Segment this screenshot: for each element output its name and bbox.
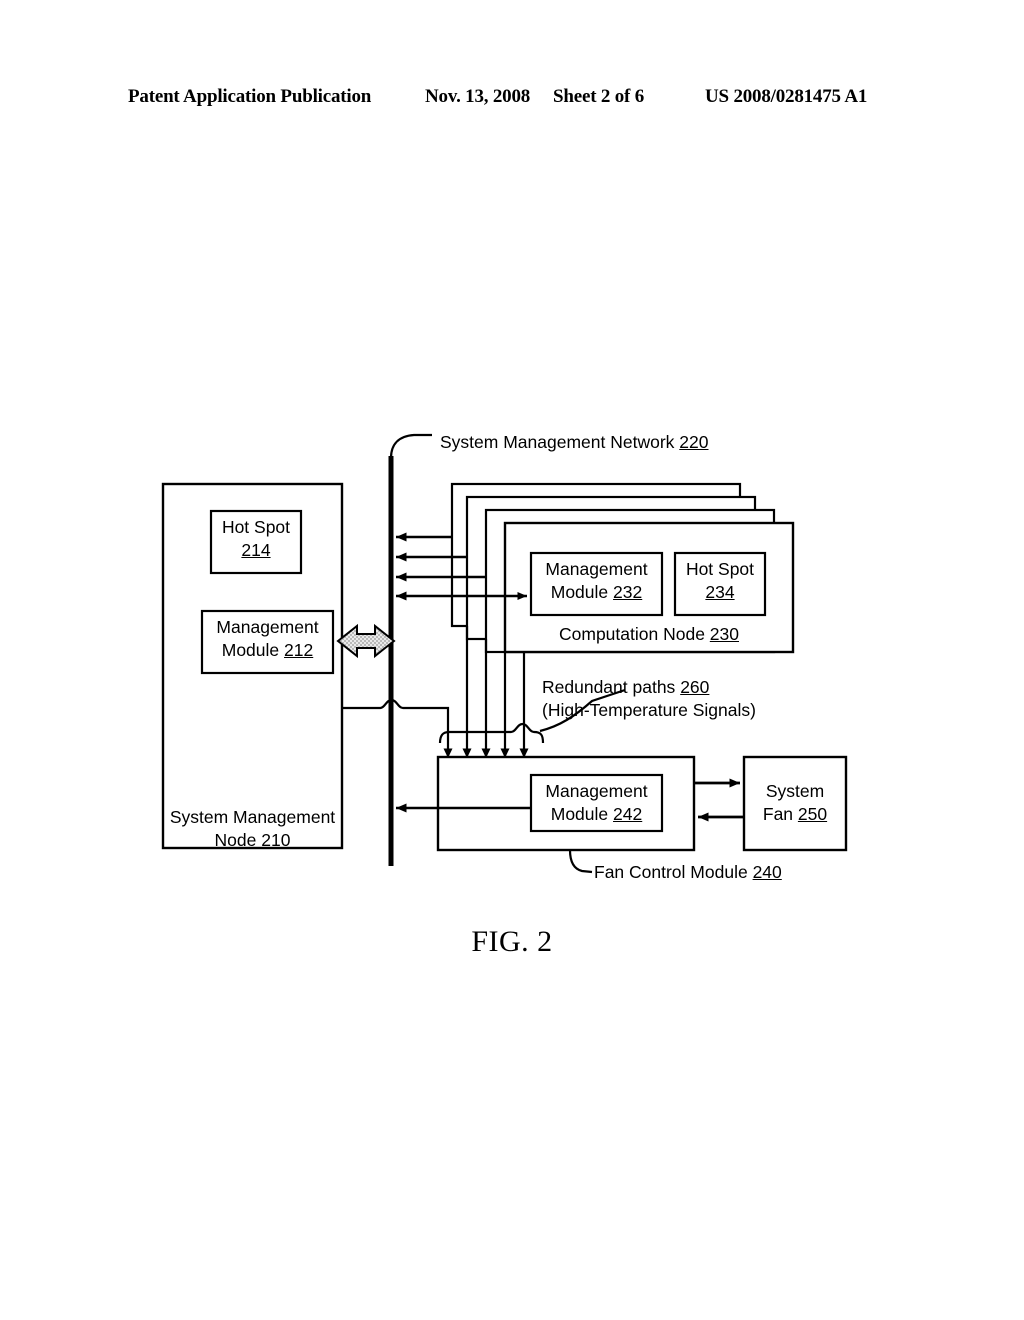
hot-spot-214-ref: 214	[241, 540, 271, 560]
system-management-node-label: System Management Node 210	[163, 806, 342, 852]
redundant-paths-line2: (High-Temperature Signals)	[542, 700, 756, 720]
management-module-232-line2: Module 232	[550, 582, 643, 602]
figure-number-label: FIG. 2	[471, 925, 553, 958]
system-fan-line2: Fan 250	[762, 804, 828, 824]
management-module-242-line1: Management	[545, 781, 648, 801]
management-module-212-ref: 212	[284, 640, 314, 660]
fan-control-module-leader-line	[568, 849, 593, 874]
diagram-canvas	[161, 433, 848, 874]
management-module-212-line1: Management	[216, 617, 319, 637]
management-module-232-ref: 232	[613, 582, 643, 602]
hot-spot-214-label: Hot Spot 214	[211, 516, 301, 562]
system-fan-250-label: System Fan 250	[744, 780, 846, 826]
hot-spot-234-line1: Hot Spot	[685, 559, 755, 579]
management-module-212-label: Management Module 212	[202, 616, 333, 662]
system-management-network-label: System Management Network 220	[440, 431, 708, 454]
redundant-path-from-smn	[342, 698, 453, 758]
smn-title-line2: Node 210	[214, 830, 291, 850]
computation-node-ref: 230	[709, 624, 739, 644]
computation-node-230-label: Computation Node 230	[505, 623, 793, 646]
management-module-242-ref: 242	[613, 804, 643, 824]
system-fan-ref: 250	[797, 804, 828, 824]
smn-title-line1: System Management	[169, 807, 336, 827]
management-module-242-label: Management Module 242	[531, 780, 662, 826]
hot-spot-234-label: Hot Spot 234	[675, 558, 765, 604]
redundant-paths-label: Redundant paths 260 (High-Temperature Si…	[542, 676, 756, 722]
system-fan-line1: System	[765, 781, 825, 801]
management-module-232-label: Management Module 232	[531, 558, 662, 604]
system-management-network-bus	[388, 433, 432, 866]
computation-node-title: Computation Node	[559, 624, 705, 644]
management-module-212-line2: Module 212	[221, 640, 314, 660]
redundant-paths-bracket	[438, 722, 545, 744]
redundant-paths-ref: 260	[680, 677, 710, 697]
bidirectional-bus-arrow	[336, 623, 396, 659]
figure-2-diagram: System Management Network 220 Hot Spot 2…	[0, 0, 1024, 1320]
redundant-paths-line1: Redundant paths 260	[542, 677, 710, 697]
management-module-242-line2: Module 242	[550, 804, 643, 824]
fan-control-module-title: Fan Control Module	[594, 862, 748, 882]
management-module-232-line1: Management	[545, 559, 648, 579]
fan-control-module-240-label: Fan Control Module 240	[594, 861, 782, 884]
network-leader-line	[389, 433, 432, 459]
smn-ref: 210	[261, 830, 291, 850]
hot-spot-234-ref: 234	[705, 582, 735, 602]
network-label-ref: 220	[679, 432, 709, 452]
network-label-text: System Management Network	[440, 432, 675, 452]
hot-spot-214-line1: Hot Spot	[221, 517, 291, 537]
fan-control-module-ref: 240	[752, 862, 782, 882]
